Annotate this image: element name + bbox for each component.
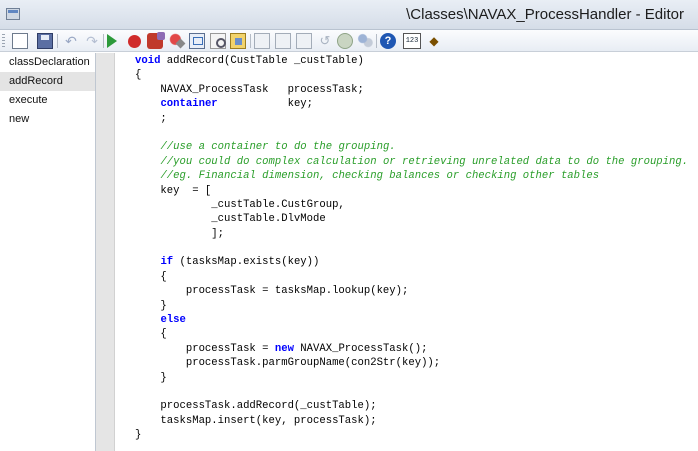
code-text: } [135,429,142,442]
code-line: processTask = new NAVAX_ProcessTask(); [135,342,688,356]
globe-icon[interactable] [337,33,353,49]
toolbar-separator [103,34,104,48]
special-icon[interactable]: ◆ [426,33,442,49]
method-item-addrecord[interactable]: addRecord [0,72,95,91]
code-line: //use a container to do the grouping. [135,140,688,154]
code-line: processTask.parmGroupName(con2Str(key)); [135,356,688,370]
method-item-new[interactable]: new [0,110,95,129]
code-comment: //use a container to do the grouping. [160,141,396,154]
code-text: addRecord(CustTable _custTable) [160,55,364,67]
document-icon[interactable] [254,33,270,49]
code-line: } [135,428,688,442]
code-text: processTask = tasksMap.lookup(key); [135,285,409,298]
undo-icon[interactable]: ↶ [63,33,79,49]
document-icon[interactable] [275,33,291,49]
code-text: (tasksMap.exists(key)) [173,256,320,269]
document-icon[interactable] [296,33,312,49]
code-line: _custTable.DlvMode [135,212,688,226]
code-keyword: else [160,314,186,327]
number-icon[interactable]: 123 [403,33,421,49]
toolbar-separator [376,34,377,48]
code-comment: //eg. Financial dimension, checking bala… [160,170,600,183]
code-line: void addRecord(CustTable _custTable) [135,54,688,68]
compile-icon[interactable] [189,33,205,49]
code-text: _custTable.CustGroup, [135,198,345,211]
code-editor[interactable]: void addRecord(CustTable _custTable){ NA… [115,53,698,451]
code-line: else [135,313,688,327]
code-line: container key; [135,97,688,111]
code-line: processTask.addRecord(_custTable); [135,399,688,413]
code-line: key = [ [135,184,688,198]
breakpoint-remove-icon[interactable] [147,32,165,49]
code-text: key; [217,98,314,111]
code-text: { [135,328,167,341]
code-line: processTask = tasksMap.lookup(key); [135,284,688,298]
toolbar: ↶ ↷ ↺ ? 123 ◆ [0,30,698,52]
code-text: { [135,270,167,283]
method-item-execute[interactable]: execute [0,91,95,110]
code-line: //you could do complex calculation or re… [135,155,688,169]
code-line: ]; [135,227,688,241]
code-text: NAVAX_ProcessTask(); [293,342,428,355]
code-line: { [135,327,688,341]
toolbar-grip[interactable] [2,34,5,48]
toolbar-separator [250,34,251,48]
code-keyword: void [135,55,161,67]
code-comment: //you could do complex calculation or re… [160,155,689,168]
editor-gutter [96,53,115,451]
code-line: { [135,68,688,82]
clear-breakpoints-icon[interactable] [169,33,185,49]
code-text: } [135,299,167,312]
code-text: processTask = [135,342,275,355]
code-line: { [135,270,688,284]
code-keyword: new [274,342,294,355]
code-line: //eg. Financial dimension, checking bala… [135,169,688,183]
code-text: ]; [135,227,225,240]
code-text: processTask.addRecord(_custTable); [135,400,377,413]
code-text: key = [ [135,184,212,197]
title-bar: \Classes\NAVAX_ProcessHandler - Editor [0,0,698,30]
code-line: NAVAX_ProcessTask processTask; [135,83,688,97]
run-icon[interactable] [107,34,117,48]
code-line: _custTable.CustGroup, [135,198,688,212]
new-icon[interactable] [12,33,28,49]
code-line: ; [135,112,688,126]
method-list: classDeclaration addRecord execute new [0,53,96,451]
code-text: } [135,371,167,384]
code-text: processTask.parmGroupName(con2Str(key)); [135,357,441,370]
code-keyword: container [160,98,218,111]
code-line: if (tasksMap.exists(key)) [135,255,688,269]
code-keyword: if [160,256,174,269]
code-line: } [135,371,688,385]
code-content[interactable]: void addRecord(CustTable _custTable){ NA… [135,54,688,443]
toolbar-separator [57,34,58,48]
code-line: tasksMap.insert(key, processTask); [135,414,688,428]
breakpoint-icon[interactable] [128,35,141,48]
code-text: tasksMap.insert(key, processTask); [135,414,377,427]
users-icon[interactable] [357,33,373,49]
save-icon[interactable] [37,33,53,49]
method-item-classdeclaration[interactable]: classDeclaration [0,53,95,72]
code-text: NAVAX_ProcessTask processTask; [135,83,364,96]
back-icon[interactable]: ↺ [317,33,333,49]
window-title: \Classes\NAVAX_ProcessHandler - Editor [406,6,684,23]
code-line: } [135,299,688,313]
code-text: ; [135,112,167,125]
properties-icon[interactable] [230,33,246,49]
find-icon[interactable] [210,33,226,49]
redo-icon[interactable]: ↷ [84,33,100,49]
help-icon[interactable]: ? [380,33,396,49]
window-icon[interactable] [6,8,20,20]
code-text: _custTable.DlvMode [135,213,326,226]
code-text: { [135,69,142,82]
